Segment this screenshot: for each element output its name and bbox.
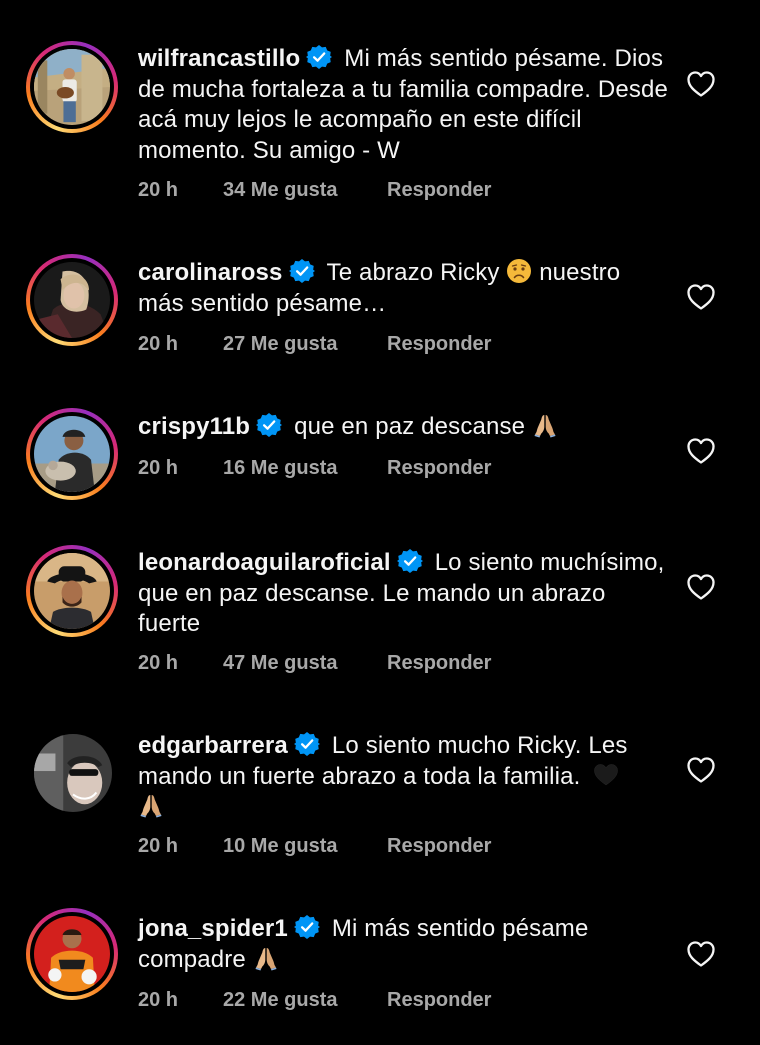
verified-badge-icon — [294, 914, 320, 940]
reply-button[interactable]: Responder — [387, 989, 491, 1012]
avatar[interactable] — [34, 916, 110, 992]
heart-outline-icon[interactable] — [686, 940, 716, 968]
comment-body: jona_spider1 Mi más sentido pésame compad… — [138, 914, 668, 975]
comment-item: jona_spider1 Mi más sentido pésame compad… — [0, 0, 760, 1040]
username[interactable]: jona_spider1 — [138, 915, 288, 942]
folded-hands-emoji-icon — [253, 945, 279, 971]
timestamp: 20 h — [138, 989, 179, 1011]
story-ring[interactable] — [26, 908, 118, 1000]
likes-count[interactable]: 22 Me gusta — [223, 989, 337, 1012]
